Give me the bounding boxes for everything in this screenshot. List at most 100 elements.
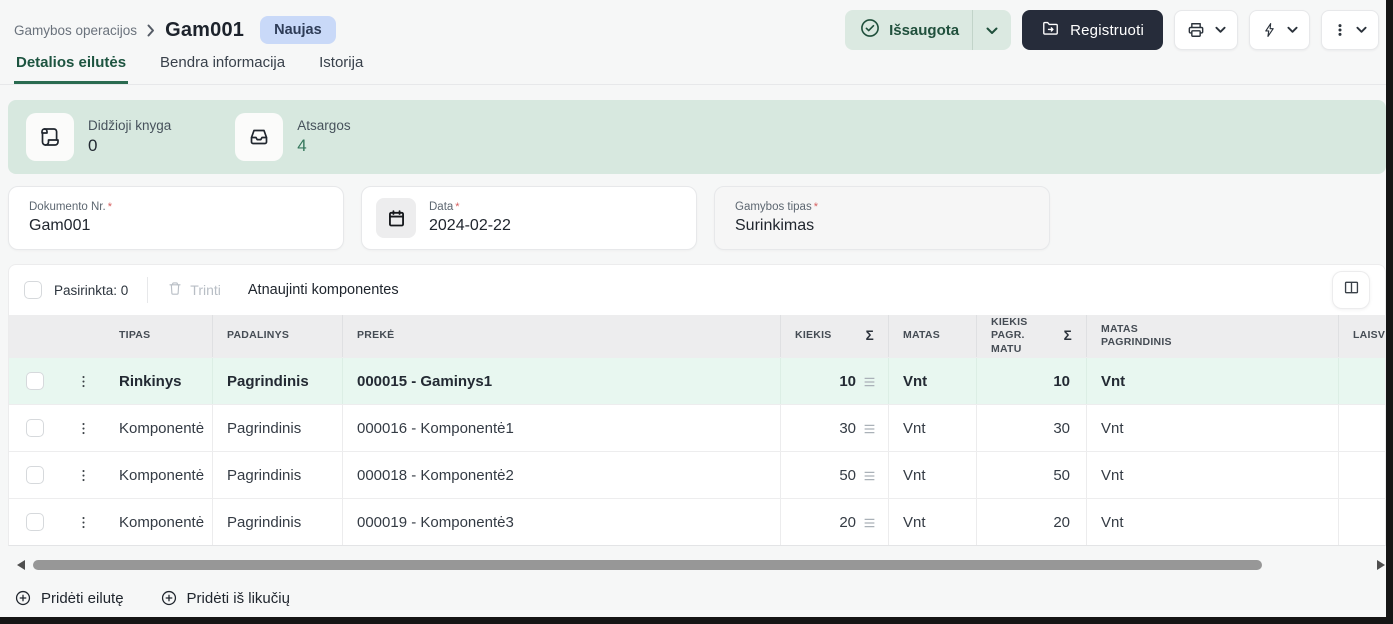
menu-lines-icon[interactable] <box>863 517 876 529</box>
cell-tipas: Komponentė <box>105 405 213 451</box>
scrollbar-thumb[interactable] <box>33 560 1262 570</box>
document-form: Dokumento Nr.* Gam001 Data* 2024-02-22 G… <box>8 186 1386 250</box>
required-mark: * <box>108 201 112 213</box>
row-menu-icon[interactable] <box>71 507 95 537</box>
register-button-label: Registruoti <box>1070 22 1144 39</box>
date-field[interactable]: Data* 2024-02-22 <box>361 186 697 250</box>
table-row: Rinkinys Pagrindinis 000015 - Gaminys1 1… <box>9 357 1385 404</box>
summary-card-ledger[interactable]: Didžioji knyga 0 <box>26 113 171 161</box>
table-toolbar: Pasirinkta: 0 Trinti Atnaujinti komponen… <box>9 265 1385 315</box>
row-menu-icon[interactable] <box>71 413 95 443</box>
add-from-stock-button[interactable]: Pridėti iš likučių <box>160 589 290 607</box>
cell-preke: 000016 - Komponentė1 <box>343 405 781 451</box>
sum-icon: Σ <box>1064 328 1072 345</box>
chevron-down-icon <box>1215 26 1226 34</box>
summary-label: Atsargos <box>297 118 350 133</box>
chevron-down-icon <box>1287 26 1298 34</box>
summary-card-inventory[interactable]: Atsargos 4 <box>235 113 350 161</box>
chevron-right-icon <box>147 24 155 37</box>
column-header-matas: MATAS <box>889 315 977 357</box>
row-menu-icon[interactable] <box>71 366 95 396</box>
cell-matas-pagr: Vnt <box>1087 405 1339 451</box>
register-button[interactable]: Registruoti <box>1022 10 1163 50</box>
cell-matas: Vnt <box>889 405 977 451</box>
column-header-tipas: TIPAS <box>105 315 213 357</box>
column-header-laisvas: LAISV <box>1339 315 1385 357</box>
toolbar-divider <box>147 277 148 303</box>
cell-matas-pagr: Vnt <box>1087 452 1339 498</box>
menu-lines-icon[interactable] <box>863 423 876 435</box>
tab-general-info[interactable]: Bendra informacija <box>158 52 287 84</box>
row-menu-icon[interactable] <box>71 460 95 490</box>
cell-kiekis: 50 <box>839 467 856 484</box>
cell-tipas: Komponentė <box>105 499 213 545</box>
tab-bar: Detalios eilutės Bendra informacija Isto… <box>0 52 1393 85</box>
cell-kiekis-pagr: 30 <box>977 405 1087 451</box>
required-mark: * <box>814 201 818 213</box>
row-checkbox[interactable] <box>26 466 44 484</box>
header-menu-cell <box>61 315 105 357</box>
production-operation-page: Gamybos operacijos Gam001 Naujas Išsaugo… <box>0 0 1393 624</box>
cell-padalinys: Pagrindinis <box>213 358 343 404</box>
cell-matas: Vnt <box>889 452 977 498</box>
page-title: Gam001 <box>165 19 244 42</box>
table-row: Komponentė Pagrindinis 000018 - Komponen… <box>9 451 1385 498</box>
cell-kiekis-pagr: 20 <box>977 499 1087 545</box>
plus-circle-icon <box>160 589 178 607</box>
print-menu-button[interactable] <box>1174 10 1238 50</box>
saved-dropdown-toggle[interactable] <box>973 22 1011 39</box>
ledger-icon <box>26 113 74 161</box>
plus-circle-icon <box>14 589 32 607</box>
chevron-down-icon <box>986 22 998 39</box>
cell-matas-pagr: Vnt <box>1087 499 1339 545</box>
scrollbar-track[interactable] <box>33 559 1369 571</box>
lightning-icon <box>1261 21 1278 39</box>
column-header-kiekis: KIEKISΣ <box>781 315 889 357</box>
field-value: Surinkimas <box>735 217 818 235</box>
column-settings-button[interactable] <box>1332 271 1370 309</box>
scroll-right-arrow[interactable] <box>1377 560 1385 570</box>
trash-icon <box>167 280 183 300</box>
summary-strip: Didžioji knyga 0 Atsargos 4 <box>8 100 1386 174</box>
cell-kiekis-pagr: 10 <box>977 358 1087 404</box>
select-all-checkbox[interactable] <box>24 281 42 299</box>
cell-kiekis: 10 <box>839 373 856 390</box>
column-header-kiekis-pagr-matu: KIEKIS PAGR. MATUΣ <box>977 315 1087 357</box>
menu-lines-icon[interactable] <box>863 376 876 388</box>
cell-tipas: Komponentė <box>105 452 213 498</box>
quick-actions-button[interactable] <box>1249 10 1310 50</box>
saved-status-button[interactable]: Išsaugota <box>845 10 1011 50</box>
detail-lines-table: Pasirinkta: 0 Trinti Atnaujinti komponen… <box>8 264 1386 546</box>
tab-detail-lines[interactable]: Detalios eilutės <box>14 52 128 84</box>
field-label: Data* <box>429 201 511 213</box>
more-options-button[interactable] <box>1321 10 1379 50</box>
table-header-row: TIPAS PADALINYS PREKĖ KIEKISΣ MATAS KIEK… <box>9 315 1385 357</box>
scroll-left-arrow[interactable] <box>17 560 25 570</box>
document-number-field[interactable]: Dokumento Nr.* Gam001 <box>8 186 344 250</box>
breadcrumb: Gamybos operacijos Gam001 Naujas <box>14 16 336 44</box>
column-header-padalinys: PADALINYS <box>213 315 343 357</box>
breadcrumb-parent-link[interactable]: Gamybos operacijos <box>14 23 137 38</box>
row-checkbox[interactable] <box>26 419 44 437</box>
row-checkbox[interactable] <box>26 372 44 390</box>
menu-lines-icon[interactable] <box>863 470 876 482</box>
check-circle-icon <box>860 18 880 42</box>
table-row: Komponentė Pagrindinis 000019 - Komponen… <box>9 498 1385 545</box>
production-type-field: Gamybos tipas* Surinkimas <box>714 186 1050 250</box>
columns-icon <box>1342 278 1361 302</box>
tab-history[interactable]: Istorija <box>317 52 365 84</box>
cell-padalinys: Pagrindinis <box>213 452 343 498</box>
cell-matas: Vnt <box>889 499 977 545</box>
cell-preke: 000018 - Komponentė2 <box>343 452 781 498</box>
add-row-button[interactable]: Pridėti eilutę <box>14 589 124 607</box>
add-row-label: Pridėti eilutę <box>41 590 124 607</box>
refresh-components-button[interactable]: Atnaujinti komponentes <box>248 282 399 298</box>
cell-preke: 000019 - Komponentė3 <box>343 499 781 545</box>
cell-padalinys: Pagrindinis <box>213 405 343 451</box>
field-value: 2024-02-22 <box>429 217 511 235</box>
add-from-stock-label: Pridėti iš likučių <box>187 590 290 607</box>
folder-export-icon <box>1041 19 1060 42</box>
cell-matas-pagr: Vnt <box>1087 358 1339 404</box>
row-checkbox[interactable] <box>26 513 44 531</box>
summary-label: Didžioji knyga <box>88 118 171 133</box>
